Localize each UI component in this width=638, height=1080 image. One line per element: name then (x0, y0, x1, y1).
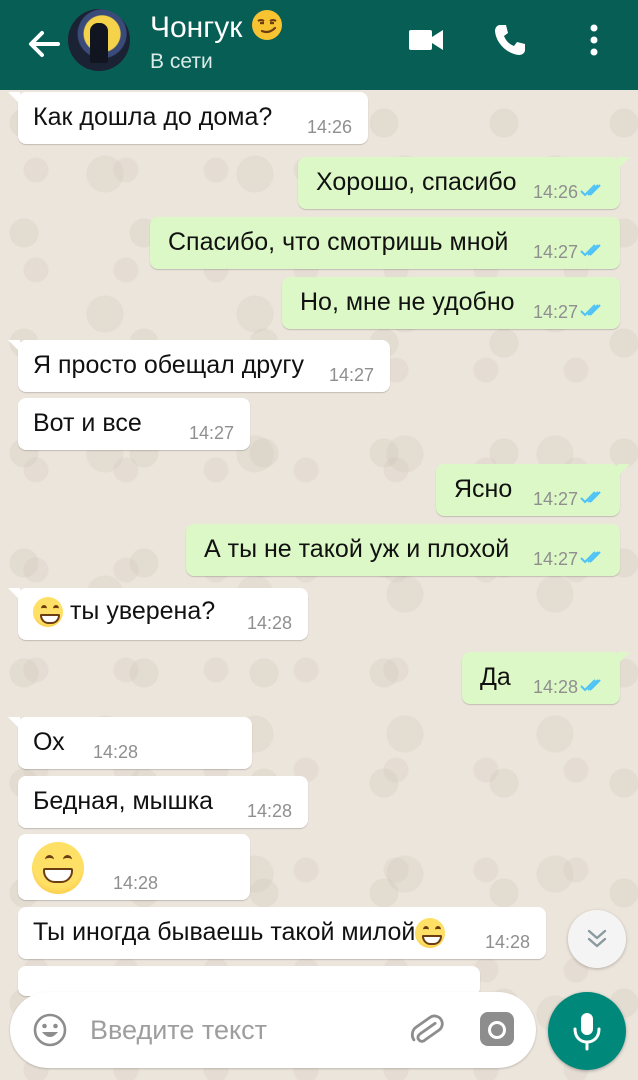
message-text: ты уверена? (69, 597, 216, 625)
grinning-face-emoji-icon (415, 918, 446, 949)
message-outgoing[interactable]: Спасибо, что смотришь мной 14:27 (150, 217, 620, 269)
message-incoming[interactable]: Вот и все 14:27 (18, 398, 250, 450)
grinning-face-emoji-icon (33, 597, 63, 628)
camera-icon[interactable] (478, 1010, 516, 1048)
attachment-paperclip-icon[interactable] (408, 1010, 446, 1048)
message-incoming[interactable]: ты уверена? 14:28 (8, 588, 308, 640)
message-outgoing[interactable]: Но, мне не удобно 14:27 (282, 277, 620, 329)
video-call-icon[interactable] (408, 25, 444, 55)
read-receipt-icon (580, 184, 601, 197)
message-text: А ты не такой уж и плохой (204, 535, 510, 563)
message-text: Вот и все (33, 409, 142, 437)
back-arrow-icon[interactable] (24, 24, 64, 64)
message-text: Я просто обещал другу (33, 351, 305, 379)
message-text: Да (480, 663, 511, 691)
message-content: Ты иногда бываешь такой милой (33, 918, 446, 949)
emoji-picker-icon[interactable] (32, 1012, 68, 1048)
message-time: 14:27 (532, 302, 578, 322)
message-incoming[interactable]: 14:28 (18, 834, 250, 900)
message-incoming[interactable]: Ты иногда бываешь такой милой 14:28 (18, 907, 546, 959)
message-time: 14:28 (484, 932, 530, 952)
grinning-face-emoji-icon (32, 842, 84, 894)
message-text: Ты иногда бываешь такой милой (33, 918, 416, 946)
smirking-face-emoji-icon (251, 10, 282, 40)
message-time: 14:28 (112, 873, 158, 893)
voice-record-button[interactable] (548, 992, 626, 1070)
scroll-to-bottom-button[interactable] (568, 910, 626, 968)
double-chevron-down-icon (587, 929, 607, 948)
read-receipt-icon (580, 304, 601, 317)
more-options-icon[interactable] (584, 22, 604, 58)
read-receipt-icon (580, 491, 601, 504)
message-input[interactable] (90, 1010, 390, 1050)
message-time: 14:28 (246, 613, 292, 633)
message-outgoing[interactable]: А ты не такой уж и плохой 14:27 (186, 524, 620, 576)
read-receipt-icon (580, 244, 601, 257)
contact-avatar[interactable] (68, 9, 130, 71)
contact-name: Чонгук (150, 11, 243, 44)
read-receipt-icon (580, 551, 601, 564)
message-content: ты уверена? (33, 597, 216, 628)
contact-name-row[interactable]: Чонгук (150, 9, 283, 45)
message-text: Ох (33, 728, 65, 756)
message-time: 14:26 (532, 182, 578, 202)
phone-call-icon[interactable] (492, 22, 528, 58)
message-time: 14:27 (188, 423, 234, 443)
message-time: 14:26 (306, 117, 352, 137)
message-time: 14:27 (532, 489, 578, 509)
message-outgoing[interactable]: Да 14:28 (462, 652, 630, 704)
message-incoming[interactable]: Ох 14:28 (8, 717, 252, 769)
message-incoming[interactable]: Я просто обещал другу 14:27 (8, 340, 390, 392)
message-time: 14:27 (328, 365, 374, 385)
message-text: Спасибо, что смотришь мной (168, 228, 509, 256)
message-outgoing[interactable]: Ясно 14:27 (436, 464, 630, 516)
contact-status: В сети (150, 50, 213, 73)
message-incoming[interactable]: Бедная, мышка 14:28 (18, 776, 308, 828)
message-composer (10, 992, 536, 1068)
message-text: Но, мне не удобно (300, 288, 515, 316)
message-time: 14:27 (532, 549, 578, 569)
message-text: Хорошо, спасибо (316, 168, 517, 196)
message-outgoing[interactable]: Хорошо, спасибо 14:26 (298, 157, 630, 209)
message-time: 14:28 (246, 801, 292, 821)
message-text: Ясно (454, 475, 513, 503)
message-text: Бедная, мышка (33, 787, 214, 815)
read-receipt-icon (580, 679, 601, 692)
message-time: 14:28 (532, 677, 578, 697)
chat-header: Чонгук В сети (0, 0, 638, 90)
message-text: Как дошла до дома? (33, 103, 273, 131)
microphone-icon (573, 1013, 601, 1051)
message-time: 14:28 (92, 742, 138, 762)
message-incoming[interactable]: Как дошла до дома? 14:26 (8, 92, 368, 144)
message-time: 14:27 (532, 242, 578, 262)
